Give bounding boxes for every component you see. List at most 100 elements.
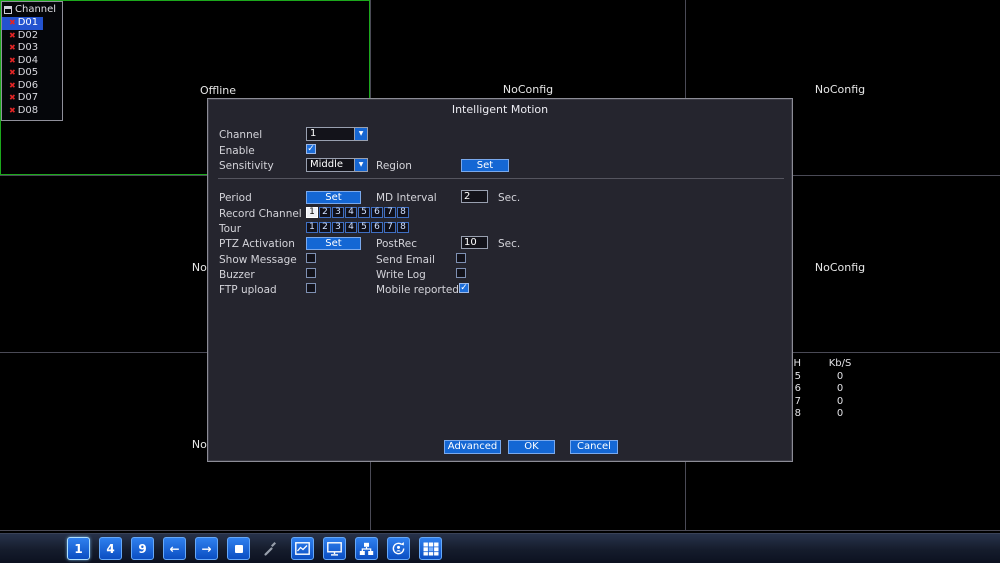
write-log-checkbox[interactable] xyxy=(456,268,466,278)
ftp-upload-label: FTP upload xyxy=(219,284,277,296)
record-channel-selector: 1 2 3 4 5 6 7 8 xyxy=(306,207,409,218)
channel-item-label: D02 xyxy=(17,29,39,41)
dvr-screen: Offline NoConfig NoConfig NoConfig NoCon… xyxy=(0,0,1000,563)
send-email-checkbox[interactable] xyxy=(456,253,466,263)
cell-status: NoConfig xyxy=(814,83,866,96)
tour-label: Tour xyxy=(219,223,242,235)
channel-item-label: D03 xyxy=(17,42,39,54)
region-set-button[interactable]: Set xyxy=(461,159,509,172)
tour-channel-8[interactable]: 8 xyxy=(397,222,409,233)
record-channel-label: Record Channel xyxy=(219,208,302,220)
channel-select-value: 1 xyxy=(310,128,317,139)
sensitivity-label: Sensitivity xyxy=(219,160,274,172)
buzzer-label: Buzzer xyxy=(219,269,255,281)
tour-channel-7[interactable]: 7 xyxy=(384,222,396,233)
record-channel-5[interactable]: 5 xyxy=(358,207,370,218)
sensitivity-select[interactable]: Middle xyxy=(306,158,368,172)
channel-panel-header: Channel xyxy=(2,2,62,17)
channel-list-item-d08[interactable]: D08 xyxy=(2,105,43,118)
offline-x-icon xyxy=(9,82,16,90)
grid-divider-horizontal-3 xyxy=(0,530,1000,531)
mobile-reported-checkbox[interactable] xyxy=(459,283,469,293)
tour-channel-3[interactable]: 3 xyxy=(332,222,344,233)
show-message-label: Show Message xyxy=(219,254,297,266)
enable-checkbox[interactable] xyxy=(306,144,316,154)
ok-button[interactable]: OK xyxy=(508,440,555,454)
ptz-set-button[interactable]: Set xyxy=(306,237,361,250)
channel-list-item-d05[interactable]: D05 xyxy=(2,67,43,80)
offline-x-icon xyxy=(9,32,16,40)
postrec-unit: Sec. xyxy=(498,238,521,250)
buzzer-checkbox[interactable] xyxy=(306,268,316,278)
bitrate-col-kbs: Kb/S xyxy=(828,358,852,369)
ptz-control-icon[interactable] xyxy=(259,537,282,560)
cell-status: Offline xyxy=(199,84,237,97)
channel-select[interactable]: 1 xyxy=(306,127,368,141)
record-channel-8[interactable]: 8 xyxy=(397,207,409,218)
sensitivity-select-value: Middle xyxy=(310,159,344,170)
channel-list-item-d02[interactable]: D02 xyxy=(2,30,43,43)
enable-label: Enable xyxy=(219,145,255,157)
region-label: Region xyxy=(376,160,412,172)
channel-label: Channel xyxy=(219,129,263,141)
network-nodes-icon[interactable] xyxy=(355,537,378,560)
view-nine-icon[interactable]: 9 xyxy=(131,537,154,560)
channel-item-label: D06 xyxy=(17,79,39,91)
stop-tour-icon[interactable] xyxy=(227,537,250,560)
tour-channel-6[interactable]: 6 xyxy=(371,222,383,233)
md-interval-unit: Sec. xyxy=(498,192,521,204)
advanced-button[interactable]: Advanced xyxy=(444,440,501,454)
channel-item-label: D08 xyxy=(17,104,39,116)
record-channel-1[interactable]: 1 xyxy=(306,207,318,218)
record-channel-2[interactable]: 2 xyxy=(319,207,331,218)
show-message-checkbox[interactable] xyxy=(306,253,316,263)
tour-channel-2[interactable]: 2 xyxy=(319,222,331,233)
record-channel-7[interactable]: 7 xyxy=(384,207,396,218)
tour-channel-4[interactable]: 4 xyxy=(345,222,357,233)
cell-status: NoConfig xyxy=(502,83,554,96)
tour-channel-5[interactable]: 5 xyxy=(358,222,370,233)
channel-panel-title: Channel xyxy=(15,4,57,15)
channel-grid-icon[interactable] xyxy=(419,537,442,560)
view-quad-icon[interactable]: 4 xyxy=(99,537,122,560)
period-label: Period xyxy=(219,192,252,204)
window-icon xyxy=(4,5,12,14)
md-interval-input[interactable] xyxy=(461,190,488,203)
channel-list-item-d03[interactable]: D03 xyxy=(2,42,43,55)
channel-list-item-d04[interactable]: D04 xyxy=(2,55,43,68)
ftp-upload-checkbox[interactable] xyxy=(306,283,316,293)
channel-panel: Channel D01 D02 D03 D04 D05 D06 D07 xyxy=(1,1,63,121)
channel-list-item-d01[interactable]: D01 xyxy=(2,17,44,30)
cell-status: NoConfig xyxy=(814,261,866,274)
mobile-reported-label: Mobile reported xyxy=(376,284,459,296)
channel-item-label: D01 xyxy=(17,17,39,29)
tour-selector: 1 2 3 4 5 6 7 8 xyxy=(306,222,409,233)
chevron-down-icon xyxy=(354,128,367,140)
offline-x-icon xyxy=(9,44,16,52)
channel-list-item-d07[interactable]: D07 xyxy=(2,92,43,105)
record-channel-3[interactable]: 3 xyxy=(332,207,344,218)
next-channel-icon[interactable]: → xyxy=(195,537,218,560)
prev-channel-icon[interactable]: ← xyxy=(163,537,186,560)
cancel-button[interactable]: Cancel xyxy=(570,440,618,454)
taskbar: 1 4 9 ← → xyxy=(0,533,1000,563)
refresh-person-icon[interactable] xyxy=(387,537,410,560)
view-single-icon[interactable]: 1 xyxy=(67,537,90,560)
output-adjust-monitor-icon[interactable] xyxy=(323,537,346,560)
write-log-label: Write Log xyxy=(376,269,426,281)
taskbar-icons: 1 4 9 ← → xyxy=(67,537,442,560)
channel-item-label: D04 xyxy=(17,54,39,66)
tour-channel-1[interactable]: 1 xyxy=(306,222,318,233)
period-set-button[interactable]: Set xyxy=(306,191,361,204)
channel-list-item-d06[interactable]: D06 xyxy=(2,80,43,93)
channel-item-label: D07 xyxy=(17,92,39,104)
offline-x-icon xyxy=(9,107,16,115)
postrec-input[interactable] xyxy=(461,236,488,249)
offline-x-icon xyxy=(9,94,16,102)
offline-x-icon xyxy=(9,57,16,65)
record-channel-6[interactable]: 6 xyxy=(371,207,383,218)
color-setting-icon[interactable] xyxy=(291,537,314,560)
intelligent-motion-dialog: Intelligent Motion Channel 1 Enable Sens… xyxy=(207,98,793,462)
postrec-label: PostRec xyxy=(376,238,418,250)
record-channel-4[interactable]: 4 xyxy=(345,207,357,218)
